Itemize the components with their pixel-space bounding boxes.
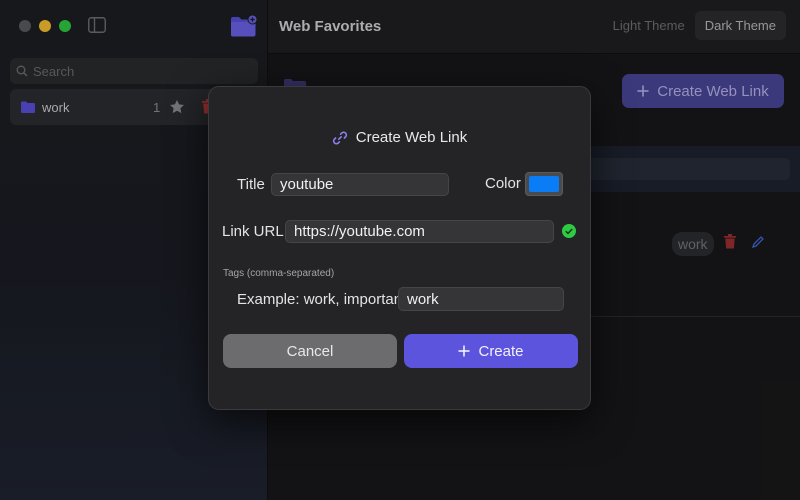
cancel-button[interactable]: Cancel: [223, 334, 397, 368]
tags-label: Example: work, important: [237, 291, 407, 308]
create-web-link-dialog: Create Web Link Title Color Link URL Tag…: [208, 86, 591, 410]
tags-input[interactable]: [398, 287, 564, 311]
title-input[interactable]: [271, 173, 449, 196]
create-button-label: Create: [478, 342, 524, 360]
link-url-label: Link URL: [222, 223, 284, 240]
tags-hint: Tags (comma-separated): [223, 268, 335, 279]
dialog-header: Create Web Link: [209, 129, 590, 146]
title-label: Title: [237, 176, 265, 193]
color-label: Color: [485, 175, 521, 192]
create-button[interactable]: Create: [404, 334, 578, 368]
checkmark-circle-icon: [562, 224, 576, 238]
color-picker[interactable]: [525, 172, 563, 196]
dialog-title: Create Web Link: [355, 129, 468, 146]
cancel-button-label: Cancel: [286, 342, 334, 360]
link-icon: [332, 131, 347, 144]
plus-icon: [458, 345, 470, 357]
color-swatch: [529, 176, 559, 192]
link-url-input[interactable]: [285, 220, 554, 243]
